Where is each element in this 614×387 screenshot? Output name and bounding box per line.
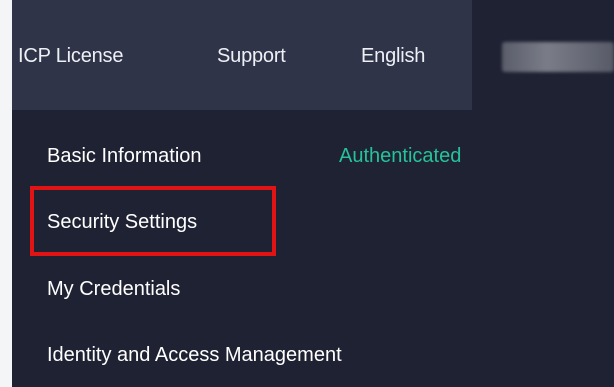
- nav-icp-license-link[interactable]: ICP License: [18, 42, 123, 70]
- nav-support-link[interactable]: Support: [217, 42, 286, 70]
- page-background-edge: [0, 0, 12, 387]
- console-header-dropdown: ICP License Support English Basic Inform…: [0, 0, 614, 387]
- security-settings-highlight-box: [30, 186, 276, 256]
- menu-item-identity-access-management[interactable]: Identity and Access Management: [47, 341, 342, 369]
- authentication-status-badge: Authenticated: [339, 145, 462, 167]
- account-name-redacted[interactable]: [502, 42, 614, 72]
- nav-language-switch[interactable]: English: [361, 42, 425, 70]
- menu-item-my-credentials[interactable]: My Credentials: [47, 275, 180, 303]
- menu-item-basic-information[interactable]: Basic Information: [47, 142, 202, 170]
